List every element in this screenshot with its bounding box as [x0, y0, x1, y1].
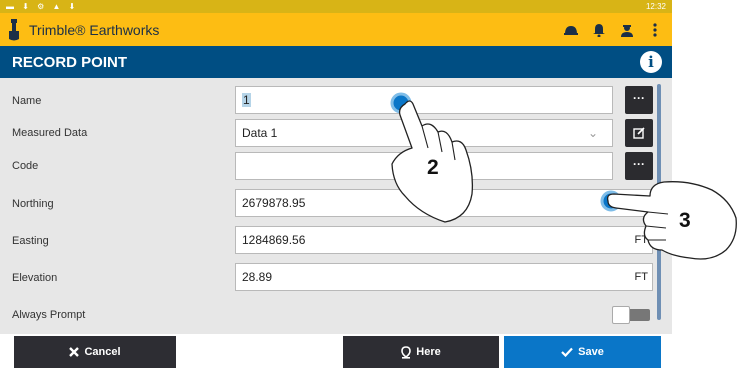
- app-header-icons: [562, 21, 664, 39]
- form-scrollbar[interactable]: [657, 84, 661, 320]
- northing-unit: FT: [634, 197, 648, 209]
- status-bar: ▬ ⬇ ⚙ ▲ ⬇ 12:32: [0, 0, 672, 13]
- easting-unit: FT: [634, 234, 648, 246]
- helmet-icon[interactable]: [562, 21, 580, 39]
- code-label: Code: [12, 160, 39, 172]
- easting-field[interactable]: 1284869.56 FT: [235, 226, 653, 254]
- name-field[interactable]: 1: [235, 86, 613, 114]
- code-field[interactable]: [235, 152, 613, 180]
- callout-step-3: 3: [679, 209, 691, 232]
- name-more-button[interactable]: ···: [625, 86, 653, 114]
- code-more-button[interactable]: ···: [625, 152, 653, 180]
- user-icon[interactable]: [618, 21, 636, 39]
- easting-value: 1284869.56: [242, 233, 306, 247]
- close-icon: [69, 347, 80, 357]
- here-button[interactable]: Here: [343, 336, 499, 368]
- elevation-value: 28.89: [242, 270, 273, 284]
- status-time: 12:32: [645, 2, 666, 11]
- page-title: RECORD POINT: [12, 54, 128, 71]
- measured-data-label: Measured Data: [12, 127, 88, 139]
- cancel-button[interactable]: Cancel: [14, 336, 176, 368]
- chevron-down-icon: ⌄: [587, 126, 598, 140]
- checkmark-icon: [561, 347, 573, 357]
- callout-step-2: 2: [427, 156, 439, 179]
- page-title-bar: RECORD POINT i: [0, 46, 672, 78]
- northing-label: Northing: [12, 198, 54, 210]
- save-label: Save: [578, 346, 604, 358]
- northing-value: 2679878.95: [242, 196, 306, 210]
- edit-measured-data-button[interactable]: [625, 119, 653, 147]
- save-button[interactable]: Save: [504, 336, 661, 368]
- elevation-unit: FT: [634, 271, 648, 283]
- record-point-form: Name 1 ··· Measured Data Data 1 ⌄ Code ·…: [0, 78, 672, 334]
- always-prompt-label: Always Prompt: [12, 309, 86, 321]
- action-bar: Cancel Here Save: [0, 334, 672, 372]
- name-label: Name: [12, 95, 42, 107]
- toggle-knob: [612, 306, 630, 324]
- edit-icon: [633, 127, 645, 139]
- trimble-logo-icon: [9, 19, 19, 41]
- here-label: Here: [416, 346, 441, 358]
- overflow-menu-icon[interactable]: [646, 21, 664, 39]
- easting-label: Easting: [12, 235, 49, 247]
- app-header: Trimble® Earthworks: [0, 13, 672, 46]
- measured-data-value: Data 1: [242, 126, 278, 140]
- cancel-label: Cancel: [84, 346, 121, 358]
- info-icon[interactable]: i: [640, 51, 662, 73]
- elevation-label: Elevation: [12, 272, 58, 284]
- elevation-field[interactable]: 28.89 FT: [235, 263, 653, 291]
- location-pin-icon: [401, 345, 412, 359]
- measured-data-select[interactable]: Data 1 ⌄: [235, 119, 613, 147]
- app-title: Trimble® Earthworks: [29, 22, 160, 38]
- notification-bell-icon[interactable]: [590, 21, 608, 39]
- always-prompt-toggle[interactable]: [612, 306, 650, 324]
- status-icons: ▬ ⬇ ⚙ ▲ ⬇: [6, 2, 79, 11]
- northing-field[interactable]: 2679878.95 FT: [235, 189, 653, 217]
- name-value: 1: [242, 93, 251, 107]
